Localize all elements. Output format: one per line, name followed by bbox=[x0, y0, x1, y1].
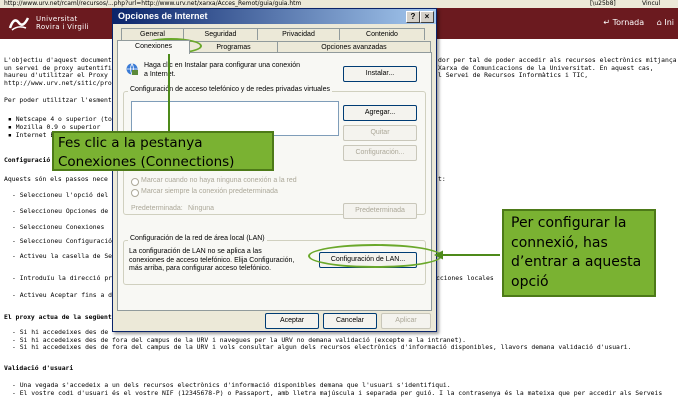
dialup-group-label: Configuración de acceso telefónico y de … bbox=[128, 86, 333, 93]
page-text-line: Aquests són els passos nece bbox=[4, 176, 108, 183]
page-text-line: L'objectiu d'aquest document bbox=[4, 57, 112, 64]
install-button[interactable]: Instalar... bbox=[343, 66, 417, 82]
set-default-button[interactable]: Predeterminada bbox=[343, 203, 417, 219]
tab-seguridad[interactable]: Seguridad bbox=[183, 28, 258, 40]
page-bullet: ▪ Netscape 4 o superior (to bbox=[8, 116, 112, 123]
page-text-line: Per poder utilitzar l'esmentat bbox=[4, 97, 114, 104]
default-value: Ninguna bbox=[188, 205, 215, 212]
ok-button[interactable]: Aceptar bbox=[265, 313, 319, 329]
page-text-fragment: t: bbox=[438, 176, 446, 183]
university-name: Universitat Rovira i Virgili bbox=[36, 15, 89, 31]
page-step: - Una vegada s'accedeix a un dels recurs… bbox=[12, 382, 451, 389]
nav-back-link[interactable]: ↵ Tornada bbox=[603, 18, 644, 27]
lan-description: La configuración de LAN no se aplica a l… bbox=[129, 248, 295, 272]
left-callout-text: Fes clic a la pestanya Conexiones (Conne… bbox=[58, 135, 235, 170]
radio-dial-when-no-network-label: Marcar cuando no haya ninguna conexión a… bbox=[141, 177, 297, 184]
radio-dial-when-no-network[interactable] bbox=[131, 178, 139, 186]
page-step: - Activeu la casella de Serv bbox=[12, 253, 114, 260]
cancel-button[interactable]: Cancelar bbox=[323, 313, 377, 329]
help-button[interactable]: ? bbox=[406, 11, 420, 23]
page-text-link[interactable]: http://www.urv.net/sitic/pro bbox=[4, 80, 114, 88]
arrowhead-icon bbox=[434, 250, 443, 260]
page-text-line: l Servei de Recursos Informàtics i TIC, bbox=[438, 72, 589, 79]
default-label: Predeterminada: bbox=[131, 205, 183, 212]
right-callout: Per configurar la connexió, has d’entrar… bbox=[502, 209, 656, 297]
page-step: - Activeu Aceptar fins a des bbox=[12, 292, 114, 299]
page-step: - Seleccioneu Opciones de bbox=[12, 208, 109, 215]
page-text-line: dor per tal de poder accedir als recurso… bbox=[438, 57, 676, 64]
dialog-title-bar[interactable]: Opciones de Internet ? × bbox=[113, 9, 436, 24]
page-step: - Si hi accedeixes des de fora del campu… bbox=[12, 344, 632, 351]
connections-tab-pane: Haga clic en Instalar para configurar un… bbox=[117, 52, 432, 311]
left-callout: Fes clic a la pestanya Conexiones (Conne… bbox=[52, 131, 274, 171]
page-text-fragment: cciones locales bbox=[436, 275, 494, 282]
page-text-line: Xarxa de Comunicacions de la Universitat… bbox=[438, 64, 654, 72]
page-step: - Si hi accedeixes des de fora del campu… bbox=[12, 336, 467, 344]
section-heading: El proxy actua de la següent bbox=[4, 314, 112, 321]
university-name-line1: Universitat bbox=[36, 15, 78, 23]
nav-home-link[interactable]: ⌂ Ini bbox=[657, 18, 674, 27]
network-setup-icon bbox=[126, 63, 138, 75]
page-step: - Seleccioneu Conexiones bbox=[12, 224, 105, 231]
lan-group-label: Configuración de la red de área local (L… bbox=[128, 235, 267, 242]
university-logo-icon bbox=[8, 17, 30, 31]
university-name-line2: Rovira i Virgili bbox=[36, 23, 89, 31]
apply-button[interactable]: Aplicar bbox=[381, 313, 431, 329]
radio-always-dial-default-label: Marcar siempre la conexión predeterminad… bbox=[141, 188, 278, 195]
page-step: - El vostre codi d'usuari és el vostre N… bbox=[12, 389, 663, 397]
lan-button-highlight bbox=[308, 244, 442, 268]
tab-conexiones[interactable]: Conexiones bbox=[117, 40, 190, 54]
right-callout-arrow bbox=[441, 254, 500, 256]
dialog-title: Opciones de Internet bbox=[118, 11, 208, 21]
page-step: - Seleccioneu l'opció del na bbox=[12, 192, 114, 199]
header-nav: ↵ Tornada ⌂ Ini bbox=[593, 18, 674, 27]
remove-button[interactable]: Quitar bbox=[343, 125, 417, 141]
address-url[interactable]: http://www.urv.net/rcaml/recursos/...php… bbox=[4, 0, 301, 8]
page-text-line: un servei de proxy autentific bbox=[4, 64, 114, 72]
tab-contenido[interactable]: Contenido bbox=[339, 28, 425, 40]
settings-button[interactable]: Configuración... bbox=[343, 145, 417, 161]
page-step: - Introduïu la direcció prox bbox=[12, 275, 114, 282]
radio-always-dial-default[interactable] bbox=[131, 189, 139, 197]
links-label[interactable]: Vincul bbox=[642, 0, 660, 8]
add-button[interactable]: Agregar... bbox=[343, 105, 417, 121]
page-step: - Seleccioneu Configuració bbox=[12, 238, 113, 245]
left-callout-arrow bbox=[168, 50, 170, 132]
page-step: - Si hi accedeixes des de c bbox=[12, 329, 112, 336]
close-button[interactable]: × bbox=[420, 11, 434, 23]
go-button[interactable]: [\u25b8] bbox=[590, 0, 616, 8]
right-callout-text: Per configurar la connexió, has d’entrar… bbox=[511, 215, 642, 290]
tab-privacidad[interactable]: Privacidad bbox=[257, 28, 340, 40]
page-text-line: haureu d'utilitzar el Proxy Ca bbox=[4, 72, 114, 79]
section-heading: Validació d'usuari bbox=[4, 365, 74, 372]
